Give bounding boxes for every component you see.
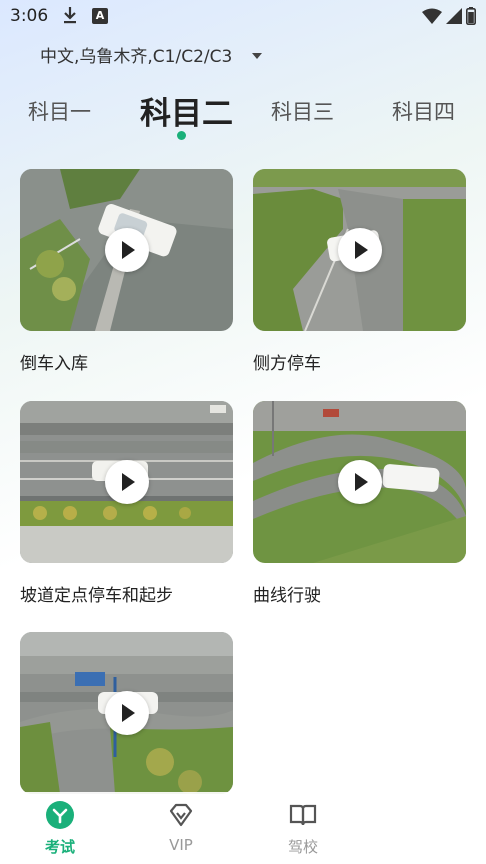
- nav-label-vip: VIP: [169, 836, 193, 854]
- nav-item-school[interactable]: 驾校: [263, 800, 343, 857]
- video-thumbnail[interactable]: [20, 169, 233, 331]
- signal-icon: [446, 8, 462, 24]
- nav-item-vip[interactable]: VIP: [141, 800, 221, 854]
- wifi-icon: [422, 8, 442, 24]
- nav-label-exam: 考试: [44, 838, 75, 856]
- video-card[interactable]: 倒车入库: [20, 169, 233, 374]
- status-bar: 3:06 A: [0, 0, 486, 34]
- status-time: 3:06: [10, 6, 49, 26]
- play-icon[interactable]: [104, 691, 149, 735]
- battery-icon: [466, 7, 476, 25]
- nav-label-school: 驾校: [287, 838, 318, 856]
- tab-subject-1[interactable]: 科目一: [28, 96, 91, 126]
- nav-item-exam[interactable]: 考试: [20, 800, 100, 857]
- video-card[interactable]: 坡道定点停车和起步: [20, 401, 233, 606]
- bottom-nav: 考试 VIP 驾校: [0, 792, 486, 864]
- play-icon[interactable]: [337, 228, 382, 272]
- license-selector[interactable]: 中文,乌鲁木齐,C1/C2/C3: [40, 42, 263, 67]
- video-card[interactable]: 曲线行驶: [253, 401, 466, 606]
- video-title: 坡道定点停车和起步: [20, 586, 173, 606]
- book-icon: [289, 804, 317, 826]
- exam-icon: [46, 801, 74, 829]
- video-title: 曲线行驶: [253, 586, 321, 606]
- video-thumbnail[interactable]: [253, 169, 466, 331]
- video-thumbnail[interactable]: [253, 401, 466, 563]
- play-icon[interactable]: [337, 460, 382, 504]
- subject-tabs: 科目一 科目二 科目三 科目四: [0, 84, 486, 144]
- video-card[interactable]: [20, 632, 233, 794]
- play-icon[interactable]: [104, 228, 149, 272]
- a-notification-icon: A: [92, 8, 108, 24]
- status-right-icons: [422, 7, 476, 25]
- video-thumbnail[interactable]: [20, 401, 233, 563]
- chevron-down-icon: [252, 52, 263, 59]
- active-tab-indicator: [177, 131, 186, 140]
- play-icon[interactable]: [104, 460, 149, 504]
- tab-subject-2[interactable]: 科目二: [140, 88, 233, 133]
- video-thumbnail[interactable]: [20, 632, 233, 794]
- vip-diamond-icon: [169, 803, 193, 827]
- tab-subject-3[interactable]: 科目三: [271, 96, 334, 126]
- video-title: 倒车入库: [20, 354, 88, 374]
- video-card[interactable]: 侧方停车: [253, 169, 466, 374]
- tab-subject-4[interactable]: 科目四: [392, 96, 455, 126]
- download-icon: [64, 7, 76, 24]
- license-label: 中文,乌鲁木齐,C1/C2/C3: [40, 47, 233, 67]
- video-title: 侧方停车: [253, 354, 321, 374]
